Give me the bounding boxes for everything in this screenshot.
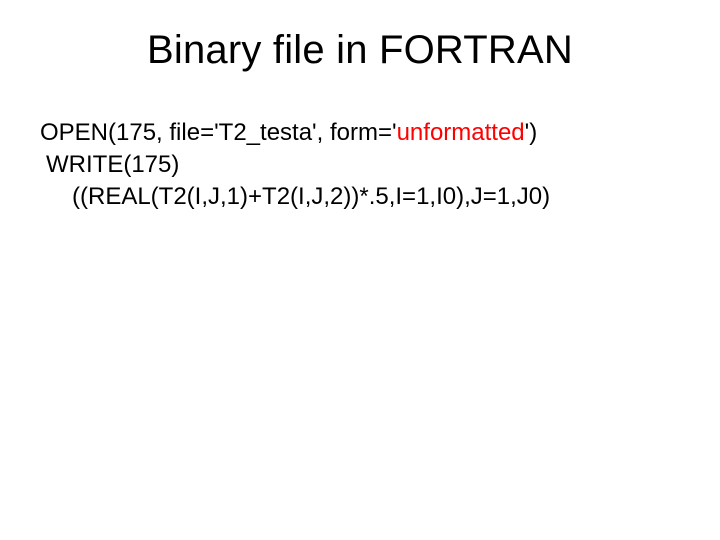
code-line-3: ((REAL(T2(I,J,1)+T2(I,J,2))*.5,I=1,I0),J… — [40, 182, 680, 212]
code-line-2: WRITE(175) — [40, 150, 680, 180]
code-line-1-post: ') — [525, 119, 538, 146]
code-block: OPEN(175, file='T2_testa', form='unforma… — [40, 118, 680, 212]
slide-title: Binary file in FORTRAN — [0, 28, 720, 73]
code-line-1: OPEN(175, file='T2_testa', form='unforma… — [40, 118, 680, 148]
slide: Binary file in FORTRAN OPEN(175, file='T… — [0, 0, 720, 540]
code-line-1-pre: OPEN(175, file='T2_testa', form=' — [40, 119, 397, 146]
code-line-1-highlight: unformatted — [397, 119, 525, 146]
